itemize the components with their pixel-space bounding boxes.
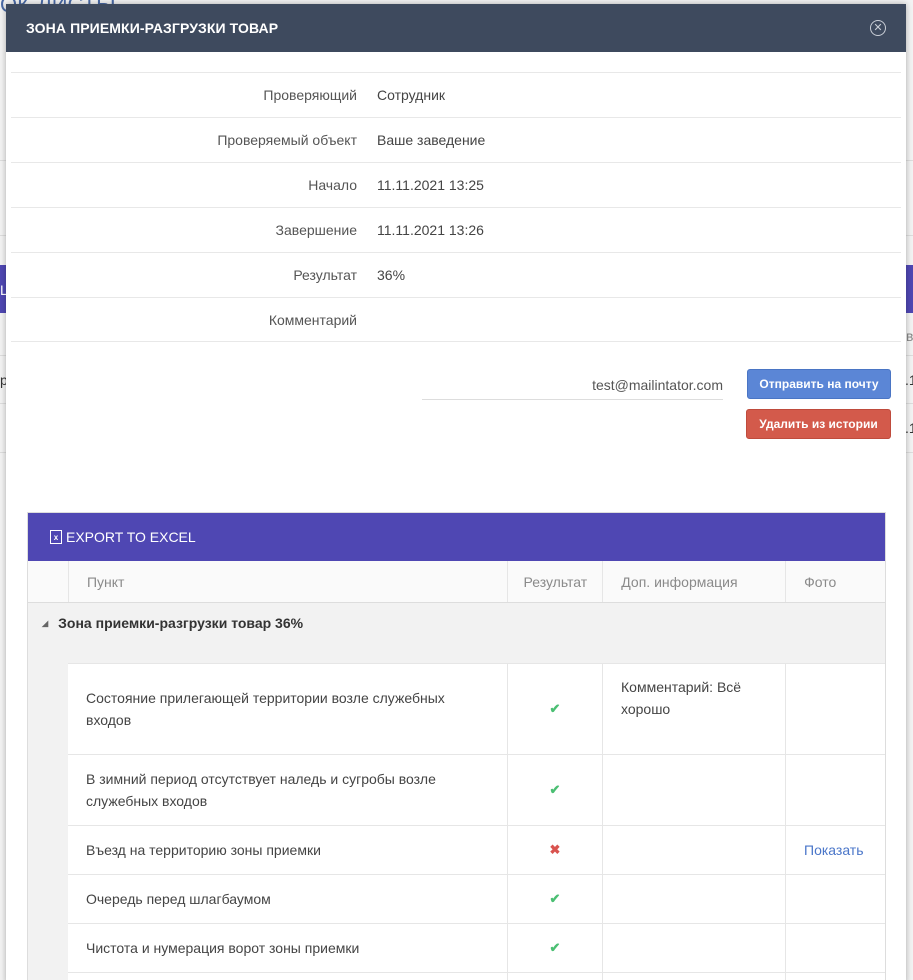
row-photo	[786, 755, 885, 825]
row-photo	[786, 664, 885, 754]
grid-header: Пункт Результат Доп. информация Фото	[28, 561, 885, 603]
info-label: Проверяемый объект	[217, 132, 357, 148]
info-value: Сотрудник	[377, 87, 446, 103]
table-row: Очередь перед шлагбаумом ✔	[68, 874, 885, 923]
row-item	[68, 973, 508, 980]
info-label: Проверяющий	[263, 87, 357, 103]
row-result: ✖	[508, 826, 603, 874]
rows-indent	[28, 663, 68, 980]
info-label: Комментарий	[268, 311, 357, 328]
close-icon[interactable]: ✕	[870, 20, 886, 36]
info-label: Начало	[308, 177, 357, 193]
table-row: Чистота и нумерация ворот зоны приемки ✔	[68, 923, 885, 972]
table-row: В зимний период отсутствует наледь и суг…	[68, 754, 885, 825]
info-label: Завершение	[275, 222, 357, 238]
group-spacer	[28, 643, 885, 663]
export-excel-label: EXPORT TO EXCEL	[66, 529, 196, 545]
row-item: Чистота и нумерация ворот зоны приемки	[68, 924, 508, 972]
table-row	[68, 972, 885, 980]
rows-body: Состояние прилегающей территории возле с…	[68, 663, 885, 980]
background-edge-text: в	[906, 328, 913, 344]
info-row-object: Проверяемый объект Ваше заведение	[11, 117, 901, 162]
modal-title: ЗОНА ПРИЕМКИ-РАЗГРУЗКИ ТОВАР	[26, 20, 279, 36]
row-info	[603, 924, 786, 972]
row-photo	[786, 924, 885, 972]
group-label: Зона приемки-разгрузки товар 36%	[58, 615, 304, 631]
info-row-comment: Комментарий	[11, 297, 901, 342]
row-result: ✔	[508, 664, 603, 754]
row-result: ✔	[508, 875, 603, 923]
background-edge-text: .1	[905, 372, 913, 388]
table-row: Въезд на территорию зоны приемки ✖ Показ…	[68, 825, 885, 874]
info-row-inspector: Проверяющий Сотрудник	[11, 72, 901, 117]
show-photo-link[interactable]: Показать	[804, 839, 864, 861]
column-expander	[28, 561, 69, 602]
row-photo	[786, 973, 885, 980]
delete-from-history-button[interactable]: Удалить из истории	[746, 409, 891, 439]
row-info	[603, 826, 786, 874]
row-info	[603, 875, 786, 923]
info-row-end: Завершение 11.11.2021 13:26	[11, 207, 901, 252]
row-result	[508, 973, 603, 980]
column-header-info[interactable]: Доп. информация	[603, 561, 787, 602]
row-info: Комментарий: Всё хорошо	[603, 664, 786, 754]
info-value: 11.11.2021 13:25	[377, 177, 484, 193]
group-row[interactable]: ◢ Зона приемки-разгрузки товар 36%	[28, 603, 885, 643]
row-result: ✔	[508, 924, 603, 972]
grid-rows: Состояние прилегающей территории возле с…	[28, 663, 885, 980]
row-info	[603, 755, 786, 825]
info-value: Ваше заведение	[377, 132, 486, 148]
info-value: 36%	[377, 267, 406, 283]
checkmark-icon: ✔	[549, 891, 561, 906]
info-label: Результат	[293, 267, 357, 283]
modal-header: ЗОНА ПРИЕМКИ-РАЗГРУЗКИ ТОВАР ✕	[6, 4, 906, 52]
column-header-photo[interactable]: Фото	[786, 561, 885, 602]
row-photo: Показать	[786, 826, 885, 874]
checkmark-icon: ✔	[549, 782, 561, 797]
checkmark-icon: ✔	[549, 701, 561, 716]
info-table: Проверяющий Сотрудник Проверяемый объект…	[11, 72, 901, 342]
export-excel-button[interactable]: x EXPORT TO EXCEL	[28, 513, 885, 561]
email-input[interactable]	[422, 370, 723, 400]
row-item: Очередь перед шлагбаумом	[68, 875, 508, 923]
info-value: 11.11.2021 13:26	[377, 222, 484, 238]
cross-icon: ✖	[549, 842, 561, 857]
row-photo	[786, 875, 885, 923]
column-header-item[interactable]: Пункт	[69, 561, 509, 602]
checkmark-icon: ✔	[549, 940, 561, 955]
checklist-grid: x EXPORT TO EXCEL Пункт Результат Доп. и…	[27, 512, 886, 980]
checklist-modal: ЗОНА ПРИЕМКИ-РАЗГРУЗКИ ТОВАР ✕ Проверяющ…	[6, 4, 906, 980]
row-item: Въезд на территорию зоны приемки	[68, 826, 508, 874]
row-item: Состояние прилегающей территории возле с…	[68, 664, 508, 754]
info-row-start: Начало 11.11.2021 13:25	[11, 162, 901, 207]
row-result: ✔	[508, 755, 603, 825]
send-email-button[interactable]: Отправить на почту	[747, 369, 891, 399]
info-row-result: Результат 36%	[11, 252, 901, 297]
background-edge-text: .1	[905, 420, 913, 436]
collapse-triangle-icon[interactable]: ◢	[42, 619, 48, 628]
row-info	[603, 973, 786, 980]
excel-file-icon: x	[50, 530, 62, 544]
row-item: В зимний период отсутствует наледь и суг…	[68, 755, 508, 825]
column-header-result[interactable]: Результат	[508, 561, 604, 602]
table-row: Состояние прилегающей территории возле с…	[68, 663, 885, 754]
